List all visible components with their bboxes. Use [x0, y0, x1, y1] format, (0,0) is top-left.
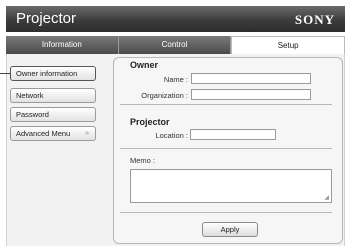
memo-label: Memo : — [130, 156, 156, 165]
settings-panel — [113, 57, 343, 244]
divider — [120, 148, 332, 149]
tab-bar: Information Control Setup — [6, 36, 346, 54]
name-field[interactable] — [191, 73, 311, 84]
app-title: Projector — [16, 10, 77, 27]
owner-section-title: Owner — [130, 60, 159, 70]
divider — [120, 212, 332, 213]
sidebar-item-owner-information[interactable]: Owner information — [10, 66, 96, 81]
title-bar: Projector SONY — [6, 6, 345, 32]
organization-field[interactable] — [191, 89, 311, 100]
projector-section-title: Projector — [130, 117, 170, 127]
brand-logo: SONY — [294, 12, 335, 27]
name-label: Name : — [163, 75, 188, 84]
sidebar-item-password[interactable]: Password — [10, 107, 96, 122]
tab-information[interactable]: Information — [6, 36, 119, 54]
organization-label: Organization : — [141, 91, 188, 100]
sidebar-item-network[interactable]: Network — [10, 88, 96, 103]
apply-button[interactable]: Apply — [202, 222, 258, 237]
sidebar-item-label: Password — [16, 110, 49, 119]
resize-grip-icon[interactable]: ◢ — [324, 194, 329, 201]
tab-setup[interactable]: Setup — [231, 36, 346, 54]
divider — [120, 104, 332, 105]
sidebar-item-label: Owner information — [16, 69, 78, 78]
sidebar-item-advanced-menu[interactable]: Advanced Menu » — [10, 126, 96, 141]
tab-control[interactable]: Control — [118, 36, 232, 54]
sidebar-item-label: Network — [16, 91, 44, 100]
sidebar-item-label: Advanced Menu — [16, 129, 71, 138]
callout-line — [0, 73, 10, 74]
location-field[interactable] — [190, 129, 276, 140]
location-label: Location : — [155, 131, 188, 140]
memo-textarea[interactable]: ◢ — [130, 169, 332, 203]
chevron-down-icon: » — [85, 130, 89, 137]
